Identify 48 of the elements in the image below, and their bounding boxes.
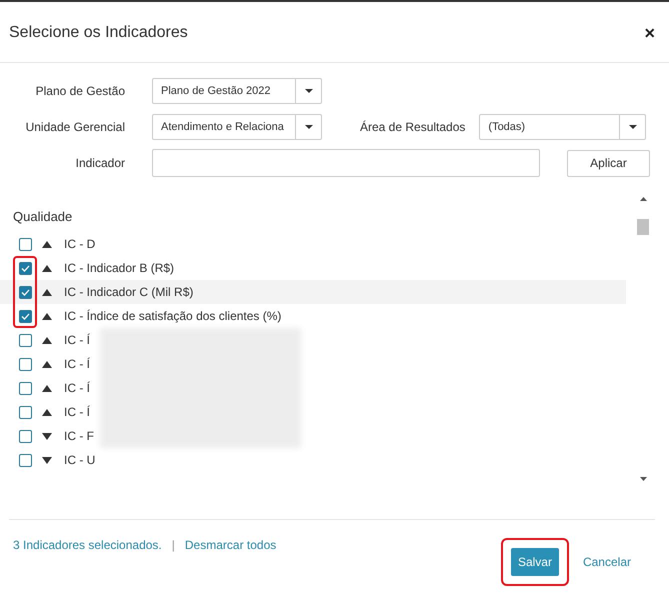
field-label: Plano de Gestão: [34, 84, 125, 98]
indicator-label: IC - Í: [64, 333, 90, 347]
checkbox[interactable]: [19, 238, 32, 250]
check-icon: [21, 264, 30, 272]
highlighted-row[interactable]: IC - Indicador C (Mil R$): [0, 280, 626, 304]
check-icon: [21, 288, 30, 296]
checkbox[interactable]: [19, 286, 32, 298]
indicator-label: IC - D: [64, 237, 96, 251]
scroll-up-icon[interactable]: [640, 197, 646, 201]
indicator-label: IC - U: [64, 453, 96, 467]
selection-count: 3 Indicadores selecionados.: [13, 538, 162, 552]
indicator-label: IC - Í: [64, 405, 90, 419]
annotation-frame: [13, 256, 37, 328]
caret-icon: [304, 89, 312, 93]
indicator-label: IC - Indicador B (R$): [64, 261, 174, 275]
checkbox[interactable]: [19, 382, 32, 394]
checkbox[interactable]: [19, 406, 32, 418]
indicator-label: IC - Í: [64, 357, 90, 371]
checkbox[interactable]: [19, 262, 32, 274]
indicator-label: IC - Indicador C (Mil R$): [64, 285, 194, 299]
checkbox[interactable]: [19, 310, 32, 322]
separator: |: [172, 538, 175, 552]
caret-icon: [304, 125, 312, 129]
scroll-down-icon[interactable]: [640, 477, 646, 481]
plan-dropdown[interactable]: Plano de Gestão 2022: [152, 78, 322, 104]
field-label: Área de Resultados: [360, 120, 466, 134]
indicator-label: IC - Índice de satisfação dos clientes (%): [64, 309, 282, 323]
indicator-label: IC - Í: [64, 381, 90, 395]
save-button[interactable]: Salvar: [510, 548, 559, 576]
field-label: Indicador: [74, 156, 125, 170]
field-label: Unidade Gerencial: [24, 120, 125, 134]
clear-link[interactable]: Desmarcar todos: [184, 538, 276, 552]
apply-button[interactable]: Aplicar: [567, 150, 650, 176]
cancel-link[interactable]: Cancelar: [582, 555, 631, 569]
indicator-label: IC - F: [64, 429, 94, 443]
dialog-title: Selecione os Indicadores: [9, 24, 188, 42]
group-heading: Qualidade: [13, 209, 74, 224]
scrollbar-thumb[interactable]: [637, 219, 649, 235]
checkbox[interactable]: [19, 358, 32, 370]
check-icon: [21, 312, 30, 320]
checkbox[interactable]: [19, 430, 32, 442]
checkbox[interactable]: [19, 454, 32, 466]
close-button[interactable]: ×: [644, 22, 655, 44]
caret-icon: [628, 125, 637, 129]
area-dropdown[interactable]: (Todas): [479, 114, 646, 140]
indicator-input[interactable]: [152, 149, 540, 177]
unit-dropdown[interactable]: Atendimento e Relaciona: [152, 114, 322, 140]
checkbox[interactable]: [19, 334, 32, 346]
